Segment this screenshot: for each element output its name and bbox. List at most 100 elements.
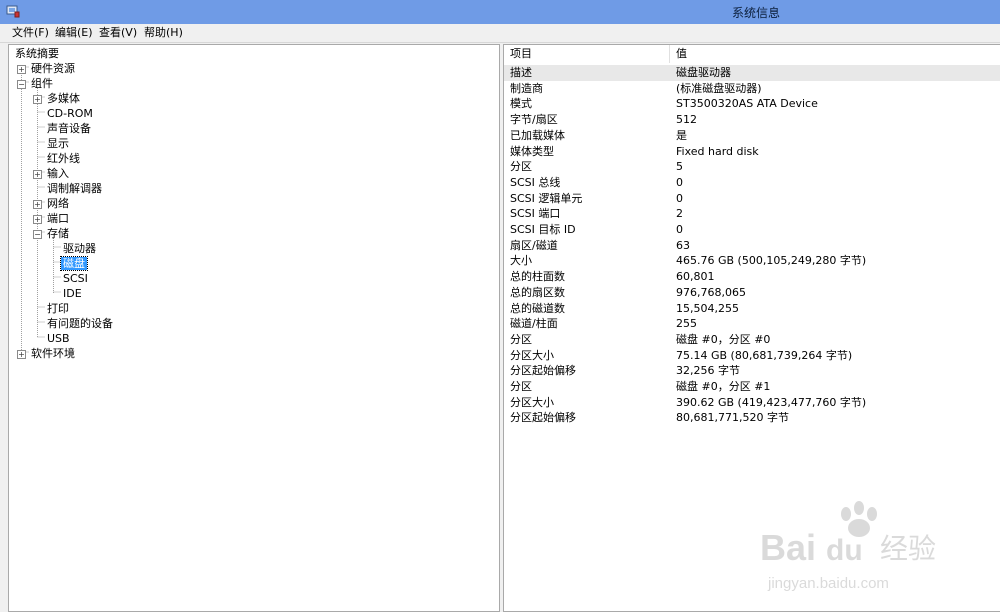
item-cell: 分区大小: [510, 348, 554, 362]
tree-item-modems[interactable]: 调制解调器: [45, 182, 104, 196]
item-cell: 总的扇区数: [510, 285, 565, 299]
tree-item-printing[interactable]: 打印: [45, 302, 71, 316]
table-row[interactable]: 已加载媒体 是: [504, 128, 1000, 144]
table-row[interactable]: 分区 磁盘 #0，分区 #0: [504, 332, 1000, 348]
value-cell: 是: [676, 128, 687, 142]
menu-view[interactable]: 查看(V): [97, 26, 139, 40]
expand-icon[interactable]: +: [33, 215, 42, 224]
item-cell: 描述: [510, 66, 532, 79]
value-cell: 255: [676, 317, 697, 331]
item-cell: SCSI 端口: [510, 207, 561, 221]
menu-file[interactable]: 文件(F): [10, 26, 51, 40]
menu-help[interactable]: 帮助(H): [142, 26, 185, 40]
item-cell: 分区: [510, 380, 532, 393]
table-row[interactable]: 分区大小 390.62 GB (419,423,477,760 字节): [504, 395, 1000, 411]
table-row[interactable]: 分区大小 75.14 GB (80,681,739,264 字节): [504, 348, 1000, 364]
tree-item-ports[interactable]: + 端口: [33, 212, 71, 226]
tree-item-network[interactable]: + 网络: [33, 197, 71, 211]
tree-item-label: 多媒体: [47, 92, 80, 105]
tree-item-scsi[interactable]: SCSI: [61, 272, 90, 286]
item-cell: 分区大小: [510, 395, 554, 409]
tree-item-label: 硬件资源: [31, 62, 75, 75]
value-cell: 465.76 GB (500,105,249,280 字节): [676, 254, 867, 268]
table-row[interactable]: 分区 5: [504, 159, 1000, 175]
table-row[interactable]: 制造商 (标准磁盘驱动器): [504, 81, 1000, 97]
value-cell: 磁盘驱动器: [676, 66, 731, 79]
tree-item-disks[interactable]: 磁盘: [60, 256, 88, 271]
table-row[interactable]: 扇区/磁道 63: [504, 238, 1000, 254]
tree-item-usb[interactable]: USB: [45, 332, 72, 346]
tree-item-cdrom[interactable]: CD-ROM: [45, 107, 95, 121]
column-divider[interactable]: [669, 45, 670, 63]
tree-item-software-environment[interactable]: + 软件环境: [17, 347, 77, 361]
table-row[interactable]: 字节/扇区 512: [504, 112, 1000, 128]
value-cell: 磁盘 #0，分区 #1: [676, 380, 771, 393]
item-cell: 大小: [510, 254, 532, 268]
table-row[interactable]: 分区 磁盘 #0，分区 #1: [504, 379, 1000, 395]
tree-item-infrared[interactable]: 红外线: [45, 152, 82, 166]
item-cell: 分区: [510, 332, 532, 346]
tree-item-hardware-resources[interactable]: + 硬件资源: [17, 62, 77, 76]
tree-item-components[interactable]: − 组件: [17, 77, 55, 91]
value-cell: 15,504,255: [676, 301, 739, 315]
tree-item-storage[interactable]: − 存储: [33, 227, 71, 241]
table-row[interactable]: SCSI 逻辑单元 0: [504, 191, 1000, 207]
tree-item-sound-devices[interactable]: 声音设备: [45, 122, 93, 136]
tree-item-label: 打印: [47, 302, 69, 315]
watermark-brand-du: du: [826, 534, 863, 567]
table-row[interactable]: 模式 ST3500320AS ATA Device: [504, 96, 1000, 112]
expand-icon[interactable]: +: [17, 65, 26, 74]
table-row[interactable]: 媒体类型 Fixed hard disk: [504, 144, 1000, 160]
tree-item-display[interactable]: 显示: [45, 137, 71, 151]
table-row[interactable]: SCSI 目标 ID 0: [504, 222, 1000, 238]
expand-icon[interactable]: +: [17, 350, 26, 359]
tree-item-label: 调制解调器: [47, 182, 102, 195]
tree-item-input[interactable]: + 输入: [33, 167, 71, 181]
collapse-icon[interactable]: −: [33, 230, 42, 239]
tree-item-label: 显示: [47, 137, 69, 150]
expand-icon[interactable]: +: [33, 95, 42, 104]
tree-item-label: 声音设备: [47, 122, 91, 135]
table-row[interactable]: 总的扇区数 976,768,065: [504, 285, 1000, 301]
table-row[interactable]: 分区起始偏移 80,681,771,520 字节: [504, 410, 1000, 426]
collapse-icon[interactable]: −: [17, 80, 26, 89]
value-cell: 976,768,065: [676, 285, 746, 299]
watermark-cn: 经验: [880, 532, 936, 565]
column-header-value[interactable]: 值: [676, 45, 687, 63]
value-cell: ST3500320AS ATA Device: [676, 97, 818, 111]
tree-item-label: 驱动器: [63, 242, 96, 255]
table-row[interactable]: SCSI 总线 0: [504, 175, 1000, 191]
value-cell: 390.62 GB (419,423,477,760 字节): [676, 395, 867, 409]
value-cell: 512: [676, 113, 697, 127]
tree-item-drives[interactable]: 驱动器: [61, 242, 98, 256]
table-row[interactable]: SCSI 端口 2: [504, 206, 1000, 222]
item-cell: 分区: [510, 160, 532, 174]
value-cell: 0: [676, 175, 683, 189]
tree-item-ide[interactable]: IDE: [61, 287, 84, 301]
tree-item-system-summary[interactable]: 系统摘要: [13, 47, 61, 61]
tree-item-label: CD-ROM: [47, 107, 93, 120]
title-bar: 系统信息: [0, 0, 1000, 24]
watermark-brand: Bai: [760, 527, 816, 568]
tree-item-multimedia[interactable]: + 多媒体: [33, 92, 82, 106]
table-row[interactable]: 总的柱面数 60,801: [504, 269, 1000, 285]
menu-edit[interactable]: 编辑(E): [53, 26, 95, 40]
item-cell: SCSI 总线: [510, 175, 561, 189]
tree-item-label: 磁盘: [60, 256, 88, 271]
tree-item-label: IDE: [63, 287, 82, 300]
watermark-url: jingyan.baidu.com: [767, 575, 889, 592]
tree-item-problem-devices[interactable]: 有问题的设备: [45, 317, 115, 331]
column-header-item[interactable]: 项目: [510, 45, 532, 63]
expand-icon[interactable]: +: [33, 200, 42, 209]
expand-icon[interactable]: +: [33, 170, 42, 179]
value-cell: 0: [676, 223, 683, 236]
table-row[interactable]: 总的磁道数 15,504,255: [504, 301, 1000, 317]
table-row[interactable]: 磁道/柱面 255: [504, 316, 1000, 332]
window-title: 系统信息: [731, 6, 780, 20]
category-tree[interactable]: 系统摘要 + 硬件资源 − 组件 + 多媒体 CD-ROM 声音设备 显示 红外…: [8, 44, 500, 612]
table-row[interactable]: 分区起始偏移 32,256 字节: [504, 363, 1000, 379]
table-row[interactable]: 大小 465.76 GB (500,105,249,280 字节): [504, 253, 1000, 269]
item-cell: 扇区/磁道: [510, 238, 558, 252]
item-cell: 总的柱面数: [510, 270, 565, 284]
table-row[interactable]: 描述 磁盘驱动器: [504, 65, 1000, 81]
